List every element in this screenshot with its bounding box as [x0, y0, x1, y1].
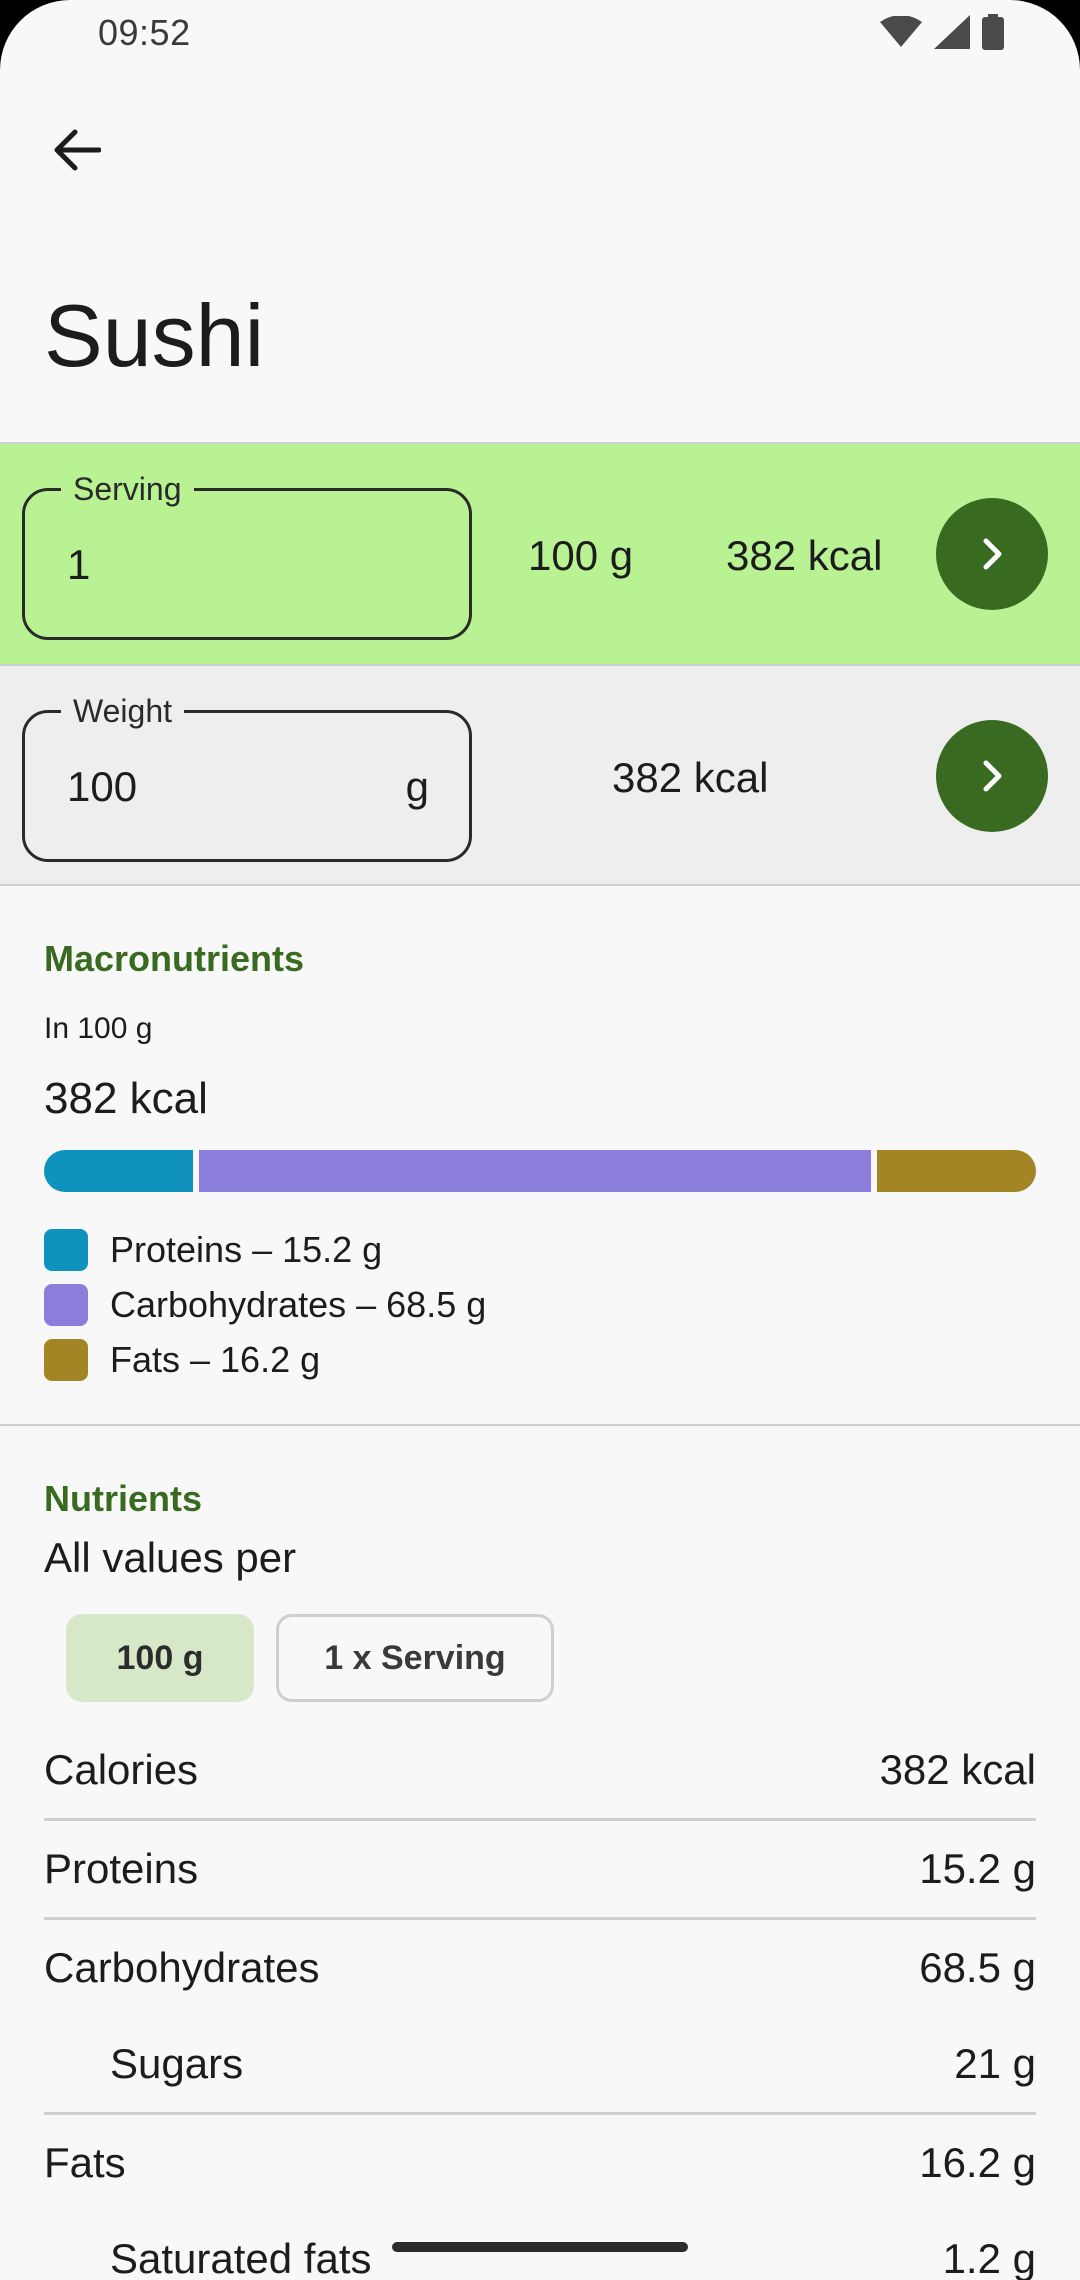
- status-bar: 09:52: [0, 0, 1080, 64]
- nutrient-table: Calories 382 kcal Proteins 15.2 g Carbohydra…: [44, 1722, 1036, 2280]
- app-screen: 09:52 Sushi Serving 1 100 g 382 kcal Wei…: [0, 0, 1080, 2280]
- legend-item-fat: Fats – 16.2 g: [44, 1332, 486, 1387]
- legend-item-protein: Proteins – 15.2 g: [44, 1222, 486, 1277]
- macronutrients-header: Macronutrients: [44, 938, 305, 979]
- legend-label: Fats – 16.2 g: [110, 1338, 321, 1380]
- home-indicator[interactable]: [392, 2242, 688, 2252]
- serving-add-button[interactable]: [936, 498, 1048, 610]
- chevron-right-icon: [983, 760, 1002, 792]
- weight-field-value: 100: [67, 763, 138, 810]
- chip-per-serving[interactable]: 1 x Serving: [276, 1614, 554, 1702]
- macro-bar-segment-protein: [44, 1150, 194, 1192]
- weight-input[interactable]: Weight 100 g: [22, 691, 472, 862]
- nutrient-name: Carbohydrates: [44, 1944, 320, 1991]
- section-divider: [0, 1424, 1080, 1426]
- nutrient-row: Proteins 15.2 g: [44, 1821, 1036, 1920]
- nutrient-row: Fats 16.2 g: [44, 2115, 1036, 2211]
- nutrient-value: 15.2 g: [919, 1845, 1036, 1892]
- macronutrient-legend: Proteins – 15.2 g Carbohydrates – 68.5 g F…: [44, 1222, 486, 1387]
- legend-label: Proteins – 15.2 g: [110, 1228, 383, 1270]
- macro-bar-segment-carbohydrate: [199, 1150, 872, 1192]
- page-title: Sushi: [44, 286, 265, 385]
- serving-input[interactable]: Serving 1: [22, 469, 472, 640]
- serving-kcal-text: 382 kcal: [726, 532, 883, 579]
- legend-swatch: [44, 1283, 88, 1326]
- nutrient-value: 1.2 g: [942, 2235, 1036, 2280]
- nutrient-row: Carbohydrates 68.5 g: [44, 1920, 1036, 2016]
- back-button[interactable]: [40, 114, 112, 186]
- unit-chip-group: 100 g1 x Serving: [66, 1614, 554, 1702]
- nutrient-value: 382 kcal: [879, 1746, 1036, 1793]
- legend-swatch: [44, 1338, 88, 1381]
- nutrient-row: Calories 382 kcal: [44, 1722, 1036, 1821]
- nutrient-name: Sugars: [110, 2040, 244, 2087]
- weight-row: Weight 100 g 382 kcal: [0, 664, 1080, 886]
- nutrient-name: Calories: [44, 1746, 199, 1793]
- nutrient-value: 68.5 g: [919, 1944, 1036, 1991]
- weight-add-button[interactable]: [936, 720, 1048, 832]
- battery-icon: [982, 14, 1004, 50]
- wifi-icon: [880, 16, 922, 47]
- macronutrient-bar: [44, 1150, 1036, 1192]
- nutrient-value: 21 g: [954, 2040, 1036, 2087]
- nutrients-subtitle: All values per: [44, 1534, 297, 1581]
- nutrients-header: Nutrients: [44, 1478, 203, 1519]
- serving-weight-text: 100 g: [528, 532, 634, 579]
- macronutrients-subtitle: In 100 g: [44, 1012, 153, 1045]
- nutrient-name: Proteins: [44, 1845, 199, 1892]
- cell-signal-icon: [934, 15, 970, 49]
- weight-field-suffix: g: [405, 763, 429, 810]
- macro-bar-segment-fat: [877, 1150, 1036, 1192]
- macronutrients-kcal: 382 kcal: [44, 1074, 208, 1123]
- legend-item-carbohydrate: Carbohydrates – 68.5 g: [44, 1277, 486, 1332]
- weight-kcal-text: 382 kcal: [612, 754, 769, 801]
- serving-field-label: Serving: [61, 469, 194, 509]
- arrow-back-icon: [54, 129, 101, 171]
- chip-per-100g[interactable]: 100 g: [66, 1614, 254, 1702]
- nutrient-row: Sugars 21 g: [44, 2016, 1036, 2115]
- serving-field-value: 1: [67, 541, 91, 588]
- status-time: 09:52: [98, 12, 191, 53]
- nutrient-name: Fats: [44, 2139, 126, 2186]
- chevron-right-icon: [983, 538, 1002, 570]
- nutrient-name: Saturated fats: [110, 2235, 372, 2280]
- status-icons: [880, 14, 1004, 50]
- nutrient-value: 16.2 g: [919, 2139, 1036, 2186]
- weight-field-label: Weight: [61, 691, 185, 731]
- legend-label: Carbohydrates – 68.5 g: [110, 1283, 487, 1325]
- serving-row: Serving 1 100 g 382 kcal: [0, 442, 1080, 664]
- legend-swatch: [44, 1228, 88, 1271]
